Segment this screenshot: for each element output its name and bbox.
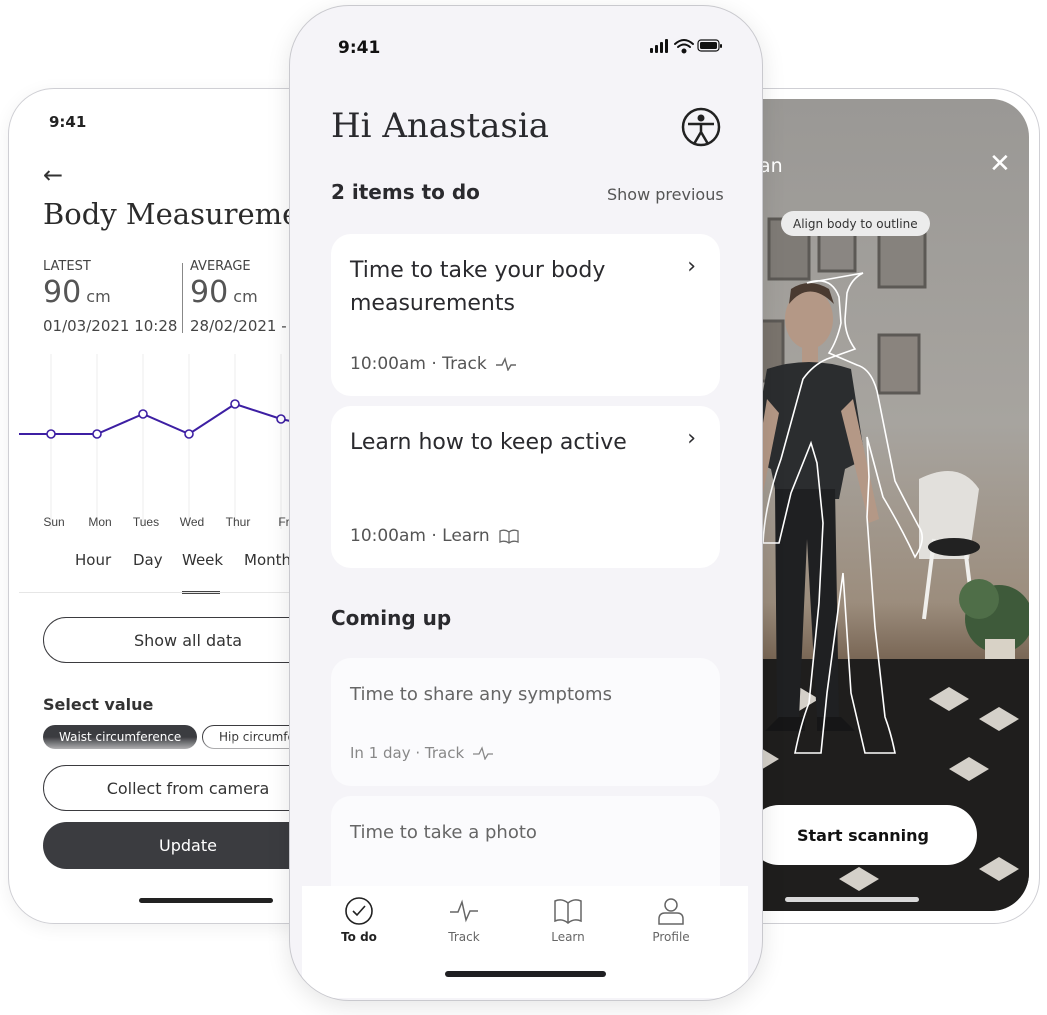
- tab-track[interactable]: Track: [419, 896, 509, 944]
- tab-label: Learn: [551, 930, 585, 944]
- close-icon[interactable]: ✕: [989, 151, 1011, 177]
- status-time: 9:41: [338, 38, 381, 58]
- upcoming-meta: In 1 day · Track: [350, 744, 494, 762]
- wifi-icon: [674, 39, 694, 54]
- home-indicator: [785, 897, 919, 902]
- chart-point: [138, 409, 148, 419]
- latest-reading: 90 cm: [43, 275, 111, 310]
- latest-unit: cm: [86, 287, 111, 306]
- average-label: AVERAGE: [190, 259, 251, 274]
- pulse-icon: [473, 746, 494, 760]
- pulse-icon: [450, 899, 478, 923]
- task-meta-text: 10:00am · Learn: [350, 526, 490, 546]
- task-title: Learn how to keep active: [350, 430, 627, 455]
- tab-bar: To do Track Learn Profile: [302, 886, 748, 998]
- upcoming-title: Time to take a photo: [350, 822, 537, 843]
- task-card[interactable]: Time to take your body measurements › 10…: [331, 234, 720, 396]
- task-meta: 10:00am · Learn: [350, 526, 520, 546]
- range-day[interactable]: Day: [133, 551, 163, 569]
- battery-icon: [697, 39, 722, 52]
- chart-point: [230, 399, 240, 409]
- chart-day-label: Sun: [43, 515, 64, 529]
- profile-logo-icon[interactable]: [680, 106, 722, 148]
- back-arrow-icon[interactable]: ←: [43, 161, 63, 189]
- todo-phone: 9:41 Hi Anastasia 2 items to do Show pre…: [289, 5, 763, 1001]
- show-previous-link[interactable]: Show previous: [607, 185, 724, 204]
- upcoming-meta-text: In 1 day · Track: [350, 744, 465, 762]
- chart-point: [92, 429, 102, 439]
- align-hint-badge: Align body to outline: [781, 211, 930, 236]
- latest-date: 01/03/2021 10:28: [43, 317, 178, 335]
- chart-day-label: Thur: [226, 515, 251, 529]
- book-icon: [554, 899, 582, 924]
- task-title: Time to take your body measurements: [350, 258, 606, 316]
- person-icon: [658, 898, 684, 925]
- range-month[interactable]: Month: [244, 551, 291, 569]
- average-unit: cm: [233, 287, 258, 306]
- tab-label: Track: [448, 930, 480, 944]
- upcoming-card[interactable]: Time to share any symptoms In 1 day · Tr…: [331, 658, 720, 786]
- tab-to-do[interactable]: To do: [314, 896, 404, 944]
- greeting: Hi Anastasia: [331, 106, 550, 146]
- chart-day-label: Wed: [180, 515, 204, 529]
- average-date: 28/02/2021 -: [190, 317, 287, 335]
- home-indicator: [139, 898, 273, 903]
- check-circle-icon: [345, 897, 373, 925]
- chart-day-label: Fr: [278, 515, 289, 529]
- signal-icon: [650, 39, 668, 53]
- chart-day-label: Tues: [133, 515, 159, 529]
- stat-divider: [182, 263, 183, 333]
- chart-point: [184, 429, 194, 439]
- average-reading: 90 cm: [190, 275, 258, 310]
- chart-day-label: Mon: [88, 515, 111, 529]
- task-meta-text: 10:00am · Track: [350, 354, 487, 374]
- status-icons: [650, 39, 722, 54]
- chevron-right-icon: ›: [687, 254, 696, 279]
- chevron-right-icon: ›: [687, 426, 696, 451]
- coming-up-heading: Coming up: [331, 606, 452, 630]
- chart-point: [46, 429, 56, 439]
- select-value-heading: Select value: [43, 695, 154, 714]
- upcoming-title: Time to share any symptoms: [350, 684, 612, 705]
- todo-heading: 2 items to do: [331, 180, 480, 204]
- start-scanning-button[interactable]: Start scanning: [749, 805, 977, 865]
- chart-point: [276, 414, 286, 424]
- tab-label: To do: [341, 930, 377, 944]
- task-card[interactable]: Learn how to keep active › 10:00am · Lea…: [331, 406, 720, 568]
- latest-value: 90: [43, 275, 82, 310]
- tab-label: Profile: [652, 930, 690, 944]
- status-time: 9:41: [49, 113, 87, 131]
- range-hour[interactable]: Hour: [75, 551, 111, 569]
- home-indicator: [445, 971, 606, 977]
- range-week[interactable]: Week: [182, 551, 223, 569]
- camera-view: an ✕ Align body to outline Start scannin…: [719, 99, 1029, 911]
- book-icon: [499, 529, 519, 544]
- tab-learn[interactable]: Learn: [523, 896, 613, 944]
- average-value: 90: [190, 275, 229, 310]
- tab-profile[interactable]: Profile: [626, 896, 716, 944]
- task-meta: 10:00am · Track: [350, 354, 517, 374]
- latest-label: LATEST: [43, 259, 91, 274]
- pulse-icon: [495, 357, 516, 371]
